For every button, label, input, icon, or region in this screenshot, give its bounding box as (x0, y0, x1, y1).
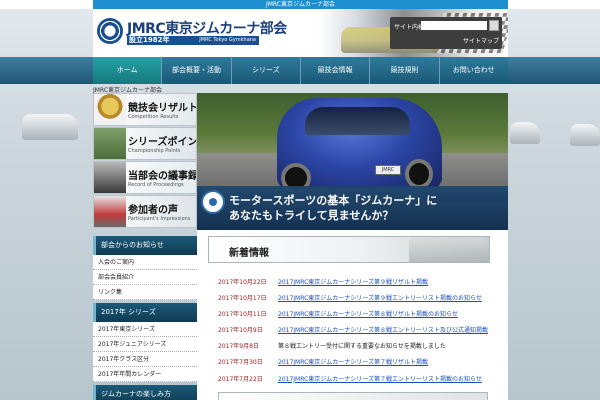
news-list: 2017年10月22日 2017JMRC東京ジムカーナシリーズ第９戦リザルト掲載… (218, 275, 498, 388)
promo-subtitle: Championship Points (128, 148, 181, 154)
promo-title: 参加者の声 (128, 205, 178, 216)
sidebar-link[interactable]: 2017年クラス区分 (93, 352, 197, 367)
hero-line-1: モータースポーツの基本「ジムカーナ」に (229, 194, 438, 207)
news-heading: 新着情報 (229, 248, 269, 259)
news-item: 2017年10月9日 2017JMRC東京ジムカーナシリーズ第８戦エントリーリス… (218, 323, 498, 339)
promo-subtitle: Record of Proceedings (128, 182, 184, 188)
sidebar-link[interactable]: 2017年年間カレンダー (93, 367, 197, 382)
sitemap-link[interactable]: サイトマップ (463, 36, 499, 45)
news-date: 2017年7月22日 (218, 375, 263, 383)
sidebar-link[interactable]: 入会のご案内 (93, 255, 197, 270)
hero-caption: モータースポーツの基本「ジムカーナ」に あなたもトライして見ませんか？ (197, 186, 508, 230)
news-link[interactable]: 2017JMRC東京ジムカーナシリーズ第８戦エントリーリスト及び公式通知掲載 (278, 325, 488, 334)
promo-record-of-proceedings[interactable]: 当部会の議事録 Record of Proceedings (93, 161, 197, 194)
news-date: 2017年10月17日 (218, 295, 267, 303)
news-header-panel: 新着情報 (208, 236, 490, 263)
top-bar: JMRC東京ジムカーナ部会 (93, 0, 508, 9)
left-column: 競技会リザルト Competition Results シリーズポイント Cha… (93, 93, 197, 400)
news-date: 2017年7月30日 (218, 359, 263, 367)
search-input[interactable] (421, 21, 487, 30)
news-item: 2017年10月11日 2017JMRC東京ジムカーナシリーズ第８戦リザルト掲載… (218, 307, 498, 323)
trophy-icon (94, 94, 126, 125)
right-deco-car-1 (510, 122, 540, 144)
left-deco-car (22, 114, 78, 140)
right-decoration (508, 92, 600, 212)
site-header: JMRC東京ジムカーナ部会 設立1982年 JMRC Tokyo Gymkhan… (93, 9, 508, 57)
logo-subtitle-bar: 設立1982年 JMRC Tokyo Gymkhana (127, 36, 259, 45)
left-decoration (0, 92, 93, 212)
news-link[interactable]: 2017JMRC東京ジムカーナシリーズ第９戦エントリーリスト掲載のお知らせ (278, 293, 488, 302)
nav-item-home[interactable]: ホーム (93, 57, 163, 84)
news-date: 2017年10月11日 (218, 311, 267, 319)
news-item: 2017年10月22日 2017JMRC東京ジムカーナシリーズ第９戦リザルト掲載 (218, 275, 498, 291)
news-item: 2017年10月17日 2017JMRC東京ジムカーナシリーズ第９戦エントリーリ… (218, 291, 498, 307)
sidebar-heading-enjoy: ジムカーナの楽しみ方 (93, 385, 197, 400)
sidebar-link[interactable]: リンク集 (93, 285, 197, 300)
news-item: 2017年7月30日 2017JMRC東京ジムカーナシリーズ第７戦リザルト掲載 (218, 355, 498, 371)
english-name: JMRC Tokyo Gymkhana (199, 37, 256, 43)
podium-icon (94, 128, 126, 159)
hero-plate: JMRC (375, 165, 401, 175)
sidebar-link[interactable]: 2017年ジュニアシリーズ (93, 337, 197, 352)
promo-subtitle: Participant's Impressions (128, 216, 191, 222)
news-link[interactable]: 2017JMRC東京ジムカーナシリーズ第８戦リザルト掲載のお知らせ (278, 309, 488, 318)
promo-subtitle: Competition Results (128, 114, 179, 120)
next-section-panel (218, 392, 488, 400)
nav-item-about[interactable]: 部会概要・活動 (162, 57, 232, 84)
nav-item-contact[interactable]: お問い合わせ (439, 57, 508, 84)
nav-item-series[interactable]: シリーズ (231, 57, 301, 84)
hero-wheel (405, 159, 433, 189)
promo-competition-results[interactable]: 競技会リザルト Competition Results (93, 93, 197, 126)
news-date: 2017年10月22日 (218, 279, 267, 286)
news-link[interactable]: 2017JMRC東京ジムカーナシリーズ第９戦リザルト掲載 (278, 277, 488, 286)
race-car-icon (94, 196, 126, 227)
search-button[interactable] (489, 20, 499, 31)
news-link[interactable]: 2017JMRC東京ジムカーナシリーズ第７戦エントリーリスト掲載のお知らせ (278, 374, 488, 383)
promo-title: 当部会の議事録 (128, 171, 197, 182)
sidebar-link[interactable]: 部会会員紹介 (93, 270, 197, 285)
hero-banner: JMRC モータースポーツの基本「ジムカーナ」に あなたもトライして見ませんか？ (197, 93, 508, 230)
news-link[interactable]: 2017JMRC東京ジムカーナシリーズ第７戦リザルト掲載 (278, 357, 488, 366)
top-bar-link[interactable]: JMRC東京ジムカーナ部会 (93, 0, 508, 9)
global-nav: ホーム 部会概要・活動 シリーズ 競技会情報 競技規則 お問い合わせ (0, 57, 600, 84)
hero-windshield (305, 107, 410, 135)
search-box: サイト内検索 サイトマップ (390, 17, 502, 49)
nav-item-events[interactable]: 競技会情報 (300, 57, 371, 84)
promo-participant-impressions[interactable]: 参加者の声 Participant's Impressions (93, 195, 197, 228)
jaf-badge-icon (201, 190, 225, 214)
hero-line-2: あなたもトライして見ませんか？ (229, 209, 394, 222)
top-strip: JMRC東京ジムカーナ部会 (0, 0, 600, 9)
news-item: 2017年7月22日 2017JMRC東京ジムカーナシリーズ第７戦エントリーリス… (218, 372, 498, 388)
sidebar-heading-series: 2017年 シリーズ (93, 303, 197, 322)
news-header-graphic (409, 237, 489, 262)
sidebar-list-series: 2017年東京シリーズ 2017年ジュニアシリーズ 2017年クラス区分 201… (93, 322, 197, 382)
sidebar-heading-notices: 部会からのお知らせ (93, 236, 197, 255)
established-label: 設立1982年 (129, 36, 170, 44)
news-date: 2017年10月9日 (218, 327, 263, 335)
news-date: 2017年9月8日 (218, 343, 259, 351)
jmrc-emblem-icon[interactable] (97, 18, 123, 44)
sidebar-link[interactable]: 2017年東京シリーズ (93, 322, 197, 337)
sidebar-list-notices: 入会のご案内 部会会員紹介 リンク集 (93, 255, 197, 300)
right-deco-car-2 (570, 124, 600, 146)
promo-championship-points[interactable]: シリーズポイント Championship Points (93, 127, 197, 160)
nav-item-rules[interactable]: 競技規則 (370, 57, 440, 84)
promo-title: 競技会リザルト (128, 103, 197, 114)
meeting-icon (94, 162, 126, 193)
news-text: 第８戦エントリー受付に関する重要なお知らせを掲載しました (278, 343, 446, 351)
promo-title: シリーズポイント (128, 137, 197, 148)
site-title[interactable]: JMRC東京ジムカーナ部会 (127, 18, 287, 38)
news-item: 2017年9月8日 第８戦エントリー受付に関する重要なお知らせを掲載しました (218, 339, 498, 355)
